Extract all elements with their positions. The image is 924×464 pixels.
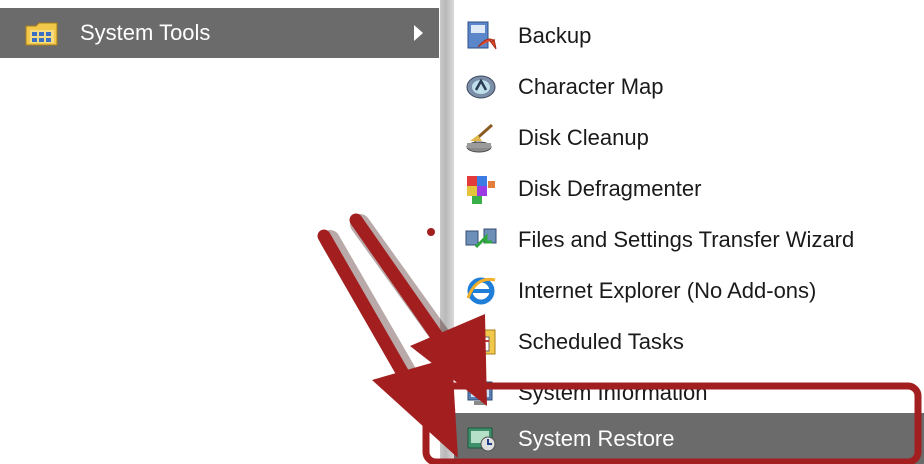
system-tools-submenu: Backup Character Map Disk Cleanup Disk D…	[454, 0, 924, 464]
menu-item-system-information[interactable]: System Information	[454, 367, 924, 418]
menu-item-label: Scheduled Tasks	[518, 329, 684, 354]
disk-cleanup-icon	[464, 121, 498, 155]
menu-item-label: Disk Defragmenter	[518, 176, 702, 201]
menu-item-label: Files and Settings Transfer Wizard	[518, 227, 855, 252]
menu-item-files-and-settings-transfer-wizard[interactable]: Files and Settings Transfer Wizard	[454, 214, 924, 265]
menu-item-label: System Information	[518, 380, 708, 405]
menu-item-label: Character Map	[518, 74, 664, 99]
menu-item-scheduled-tasks[interactable]: Scheduled Tasks	[454, 316, 924, 367]
menu-item-internet-explorer-no-add-ons[interactable]: Internet Explorer (No Add-ons)	[454, 265, 924, 316]
scheduled-tasks-icon	[464, 325, 498, 359]
menu-item-backup[interactable]: Backup	[454, 10, 924, 61]
menu-item-character-map[interactable]: Character Map	[454, 61, 924, 112]
programs-folder-icon	[24, 20, 60, 48]
submenu-arrow-icon	[414, 25, 423, 41]
menu-item-label: Backup	[518, 23, 592, 48]
system-restore-icon	[464, 422, 498, 456]
menu-item-disk-defragmenter[interactable]: Disk Defragmenter	[454, 163, 924, 214]
menu-item-label: Disk Cleanup	[518, 125, 649, 150]
menu-divider	[440, 0, 454, 464]
menu-item-label: Internet Explorer (No Add-ons)	[518, 278, 817, 303]
menu-item-disk-cleanup[interactable]: Disk Cleanup	[454, 112, 924, 163]
internet-explorer-icon	[464, 274, 498, 308]
system-information-icon	[464, 376, 498, 410]
menu-item-system-restore[interactable]: System Restore	[454, 413, 924, 464]
disk-defragmenter-icon	[464, 172, 498, 206]
transfer-wizard-icon	[464, 223, 498, 257]
character-map-icon	[464, 70, 498, 104]
menu-item-label: System Restore	[518, 426, 675, 451]
menu-item-label: System Tools	[80, 20, 211, 45]
annotation-arrow	[317, 229, 432, 419]
backup-icon	[464, 19, 498, 53]
menu-item-system-tools[interactable]: System Tools	[0, 8, 439, 58]
